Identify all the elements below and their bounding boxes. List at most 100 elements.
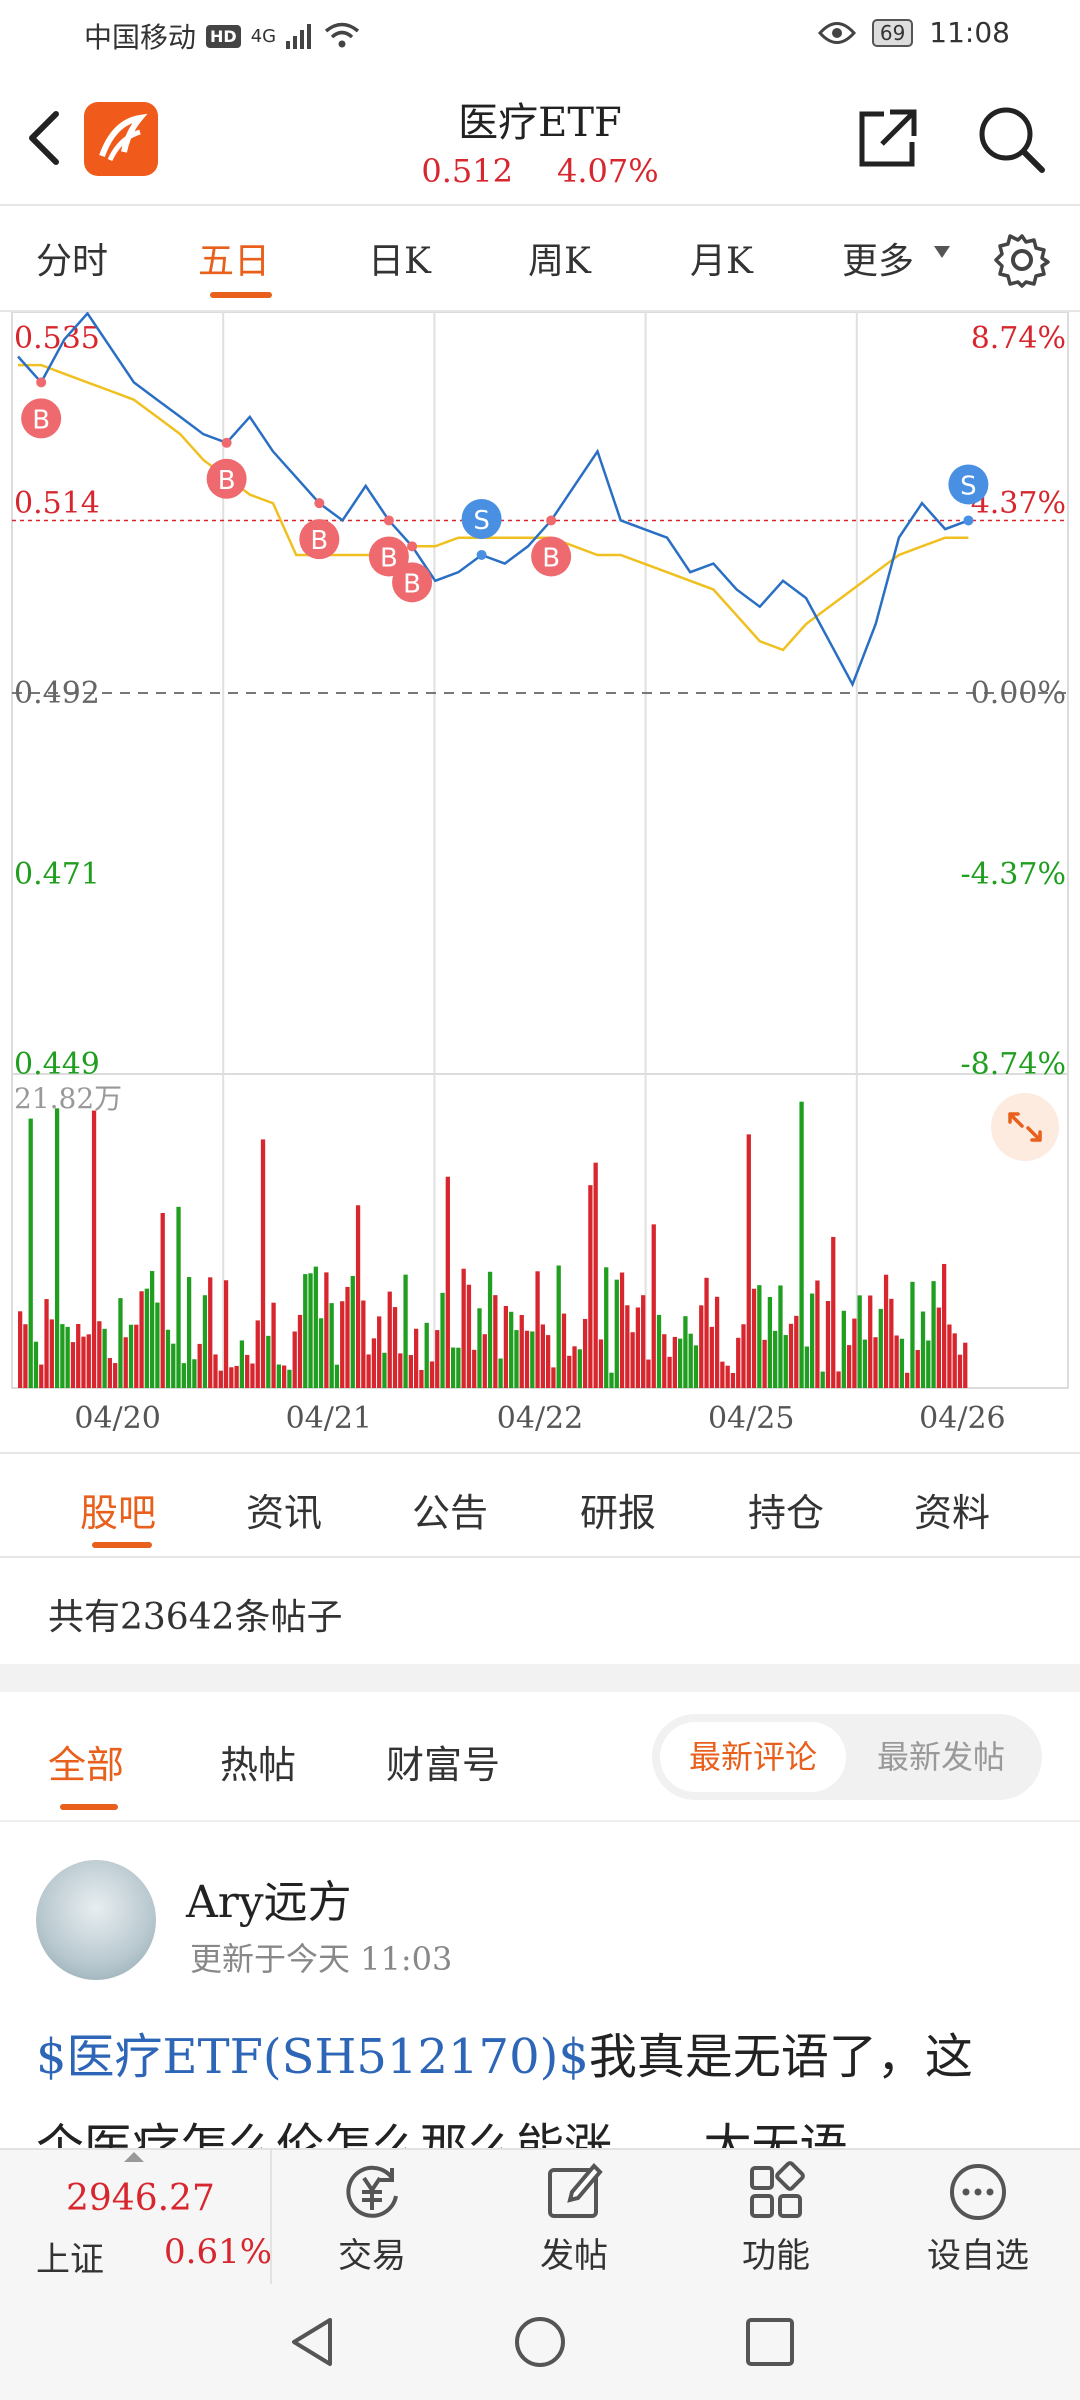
section-divider	[0, 1664, 1080, 1692]
volume-bar	[176, 1206, 181, 1388]
post-text-line1: 我真是无语了，这	[588, 2029, 973, 2085]
volume-bar	[794, 1315, 799, 1388]
functions-label: 功能	[742, 2236, 810, 2276]
trade-marker-dot	[476, 549, 487, 560]
search-icon[interactable]	[976, 104, 1048, 176]
volume-bar	[487, 1271, 493, 1388]
volume-bar	[81, 1336, 86, 1388]
post-item[interactable]: Ary远方 更新于今天 11:03 $医疗ETF(SH512170)$我真是无语…	[0, 1822, 1080, 2152]
volume-bar	[741, 1324, 746, 1388]
tab-news[interactable]: 资讯	[246, 1482, 322, 1537]
trade-marker-dot	[36, 377, 47, 388]
volume-bar	[651, 1224, 656, 1388]
volume-bar	[963, 1342, 968, 1388]
trade-button[interactable]: 交易	[302, 2160, 442, 2277]
volume-bar	[271, 1302, 276, 1388]
volume-bar	[334, 1364, 340, 1388]
volume-bar	[646, 1359, 651, 1388]
volume-bar	[619, 1272, 625, 1388]
volume-bar	[202, 1295, 208, 1388]
volume-bar	[70, 1342, 76, 1388]
volume-bar	[503, 1305, 509, 1388]
index-percent: 0.61%	[164, 2232, 273, 2272]
stock-link[interactable]: $医疗ETF(SH512170)$	[36, 2029, 589, 2085]
volume-bar	[160, 1212, 165, 1388]
volume-bar	[915, 1350, 920, 1388]
tab-more[interactable]: 更多	[842, 232, 914, 284]
sort-toggle: 最新评论 最新发帖	[652, 1714, 1042, 1800]
volume-bar	[255, 1320, 260, 1388]
tab-holdings[interactable]: 持仓	[748, 1482, 824, 1537]
volume-bar	[873, 1337, 878, 1388]
post-body[interactable]: $医疗ETF(SH512170)$我真是无语了，这 个医疗怎么伦怎么那么能涨..…	[36, 2012, 1046, 2152]
y-axis-label-left: 0.471	[14, 857, 100, 892]
content-section-tabs: 股吧 资讯 公告 研报 持仓 资料	[0, 1452, 1080, 1558]
volume-bar	[630, 1332, 635, 1388]
trade-marker-label: B	[310, 526, 328, 556]
volume-bar	[482, 1334, 487, 1388]
volume-bar	[403, 1274, 408, 1388]
volume-bar	[588, 1185, 593, 1388]
tab-profile[interactable]: 资料	[914, 1482, 990, 1537]
functions-button[interactable]: 功能	[706, 2160, 846, 2277]
volume-bar	[297, 1314, 303, 1388]
volume-bar	[704, 1277, 709, 1388]
tab-wealth-account[interactable]: 财富号	[386, 1734, 500, 1789]
volume-bar	[815, 1280, 820, 1388]
settings-gear-icon[interactable]	[994, 232, 1050, 288]
volume-bar	[387, 1291, 392, 1388]
post-username[interactable]: Ary远方	[186, 1866, 352, 1930]
volume-bar	[250, 1363, 255, 1388]
volume-bar	[862, 1339, 868, 1388]
volume-bar	[429, 1361, 435, 1388]
trade-marker-dot	[383, 515, 394, 526]
five-day-chart[interactable]: 0.535 0.514 0.492 0.471 0.449 8.74% 4.37% 0.00%…	[0, 311, 1080, 1452]
tab-guba[interactable]: 股吧	[80, 1482, 156, 1537]
expand-chart-icon[interactable]	[990, 1092, 1060, 1162]
y-axis-label-left: 0.514	[14, 486, 100, 521]
volume-bar	[535, 1271, 540, 1388]
tab-announcements[interactable]: 公告	[412, 1482, 488, 1537]
volume-bar	[477, 1308, 482, 1388]
compose-label: 发帖	[540, 2236, 608, 2276]
volume-bar	[635, 1307, 641, 1388]
tab-all-posts[interactable]: 全部	[48, 1734, 124, 1789]
tab-weekly-k[interactable]: 周K	[528, 232, 591, 284]
tab-intraday[interactable]: 分时	[36, 232, 108, 284]
compose-post-button[interactable]: 发帖	[504, 2160, 644, 2277]
add-watchlist-button[interactable]: 设自选	[908, 2160, 1048, 2277]
trade-marker-label: B	[218, 466, 236, 496]
x-axis-tick: 04/20	[74, 1401, 160, 1436]
user-avatar[interactable]	[36, 1860, 156, 1980]
nav-recents-icon[interactable]	[744, 2316, 796, 2368]
trade-marker-label: S	[473, 506, 490, 536]
volume-bar	[472, 1349, 477, 1388]
volume-bar	[86, 1334, 91, 1388]
add-watchlist-label: 设自选	[927, 2236, 1029, 2276]
volume-bar	[783, 1335, 788, 1388]
volume-bar	[751, 1288, 757, 1388]
trade-marker-dot	[221, 437, 232, 448]
nav-home-icon[interactable]	[512, 2314, 568, 2370]
tab-five-day[interactable]: 五日	[198, 232, 270, 284]
share-icon[interactable]	[856, 106, 920, 170]
status-bar: 中国移动 HD 4G 69 11:08	[0, 0, 1080, 70]
volume-bar	[746, 1134, 751, 1388]
volume-bar	[419, 1369, 424, 1388]
volume-bar	[852, 1318, 857, 1388]
volume-bar	[883, 1274, 889, 1388]
volume-bar	[693, 1345, 699, 1388]
change-percent: 4.07%	[556, 152, 659, 190]
tab-daily-k[interactable]: 日K	[368, 232, 431, 284]
sort-latest-comment[interactable]: 最新评论	[660, 1722, 846, 1792]
volume-bar	[197, 1343, 202, 1388]
sort-latest-post[interactable]: 最新发帖	[848, 1722, 1034, 1792]
tab-hot-posts[interactable]: 热帖	[220, 1734, 296, 1789]
volume-bar	[699, 1305, 704, 1388]
tab-monthly-k[interactable]: 月K	[690, 232, 753, 284]
trade-marker-label: B	[32, 405, 50, 435]
tab-research[interactable]: 研报	[580, 1482, 656, 1537]
volume-bar	[144, 1288, 149, 1388]
volume-bar	[260, 1139, 266, 1388]
nav-back-icon[interactable]	[286, 2314, 338, 2370]
